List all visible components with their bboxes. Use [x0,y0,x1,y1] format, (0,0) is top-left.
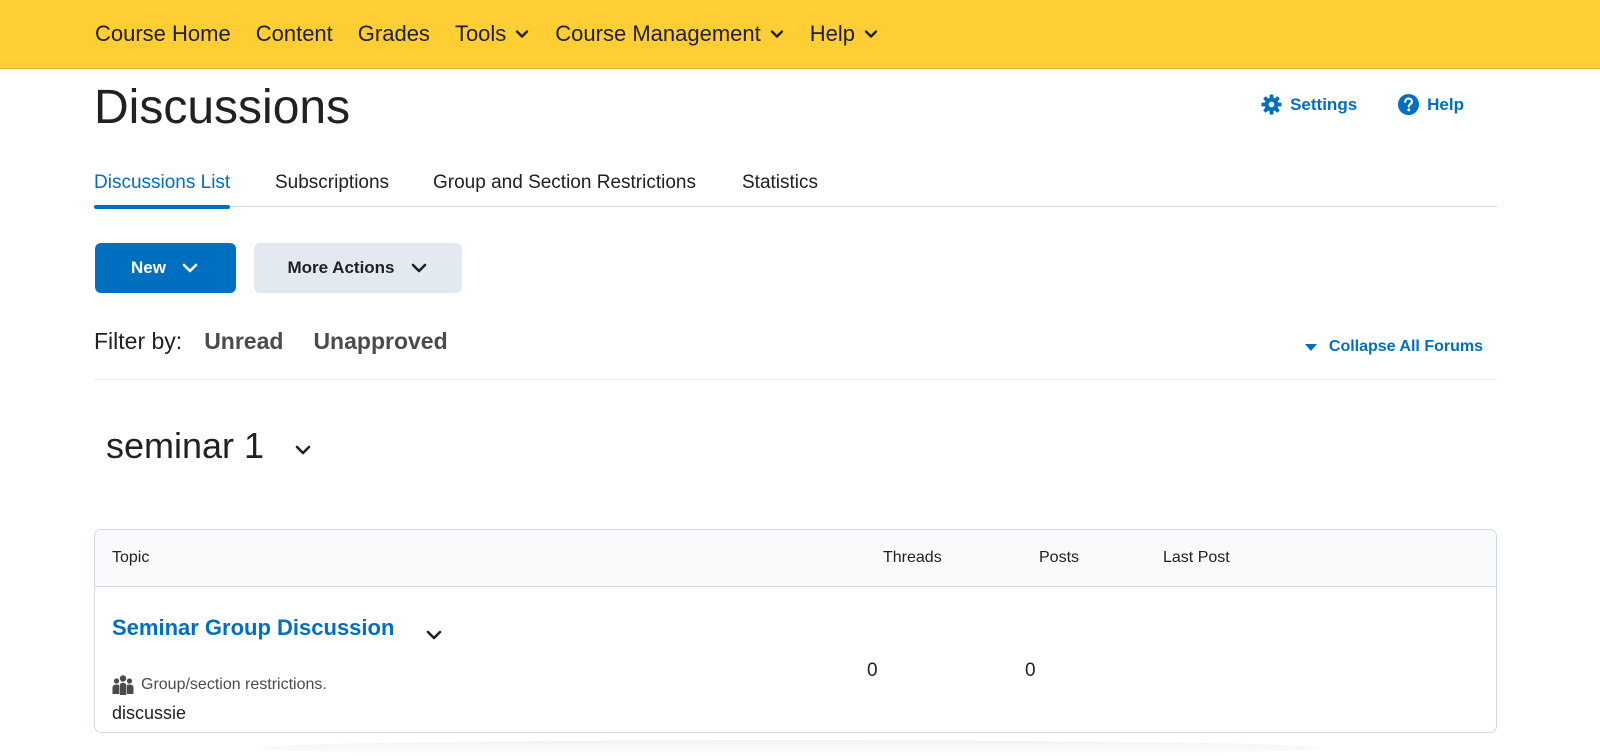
topic-description: discussie [112,703,187,723]
tab-discussions-list[interactable]: Discussions List [94,172,231,209]
restriction-note: Group/section restrictions. [112,674,327,696]
table-header: Topic Threads Posts Last Post [95,530,1496,587]
more-actions-label: More Actions [287,258,395,277]
column-header-topic: Topic [112,549,150,566]
chevron-down-icon [864,30,878,38]
filter-unread-link[interactable]: Unread [204,328,283,355]
settings-link[interactable]: Settings [1260,93,1357,116]
page-actions: Settings Help [1220,93,1464,116]
filter-unapproved-link[interactable]: Unapproved [313,328,447,355]
nav-course-management[interactable]: Course Management [555,21,784,47]
column-header-threads: Threads [883,549,942,566]
forum-title: seminar 1 [106,425,265,466]
filter-bar: Filter by: Unread Unapproved [94,328,448,355]
nav-content[interactable]: Content [256,21,333,47]
nav-grades[interactable]: Grades [358,21,430,47]
new-button[interactable]: New [95,243,236,293]
topics-table: Topic Threads Posts Last Post Seminar Gr… [94,529,1497,733]
chevron-down-icon [516,30,529,38]
page-title: Discussions [94,81,351,134]
caret-down-icon [1304,344,1317,351]
nav-tools[interactable]: Tools [455,21,530,47]
more-actions-button[interactable]: More Actions [254,243,462,293]
tab-statistics[interactable]: Statistics [742,172,818,194]
threads-count: 0 [867,660,878,681]
nav-help[interactable]: Help [810,21,879,47]
table-row: Seminar Group Discussion Group/section r… [95,587,1496,732]
chevron-down-icon[interactable] [423,624,445,646]
help-link[interactable]: Help [1397,93,1464,116]
tab-subscriptions[interactable]: Subscriptions [275,172,389,194]
help-label: Help [1427,94,1464,114]
nav-course-management-label: Course Management [555,21,761,46]
nav-content-label: Content [255,21,333,46]
scroll-shadow [260,740,1320,756]
forum-header: seminar 1 [106,425,314,467]
column-header-last-post: Last Post [1163,549,1230,566]
navbar-items: Course Home Content Grades Tools Course … [95,0,904,68]
chevron-down-icon[interactable] [292,439,314,461]
nav-help-label: Help [809,21,855,46]
chevron-down-icon [411,263,426,273]
new-button-label: New [131,258,166,277]
chevron-down-icon [182,263,198,273]
nav-tools-label: Tools [454,21,507,46]
nav-grades-label: Grades [357,21,430,46]
settings-label: Settings [1290,94,1358,114]
collapse-all-forums-link[interactable]: Collapse All Forums [1304,338,1483,356]
column-header-posts: Posts [1039,549,1080,566]
restriction-label: Group/section restrictions. [141,676,327,693]
course-navbar: Course Home Content Grades Tools Course … [0,0,1600,69]
chevron-down-icon [770,30,783,38]
discussions-tabs: Discussions List Subscriptions Group and… [94,160,1497,209]
section-divider [94,379,1497,380]
nav-course-home-label: Course Home [95,21,231,46]
posts-count: 0 [1025,660,1036,681]
collapse-all-label: Collapse All Forums [1328,338,1483,355]
filter-label: Filter by: [94,328,183,354]
group-icon [112,675,134,695]
nav-course-home[interactable]: Course Home [95,21,231,47]
tab-group-section-restrictions[interactable]: Group and Section Restrictions [433,172,696,194]
gear-icon [1261,94,1282,115]
topic-link[interactable]: Seminar Group Discussion [112,615,394,641]
question-circle-icon [1398,93,1420,116]
